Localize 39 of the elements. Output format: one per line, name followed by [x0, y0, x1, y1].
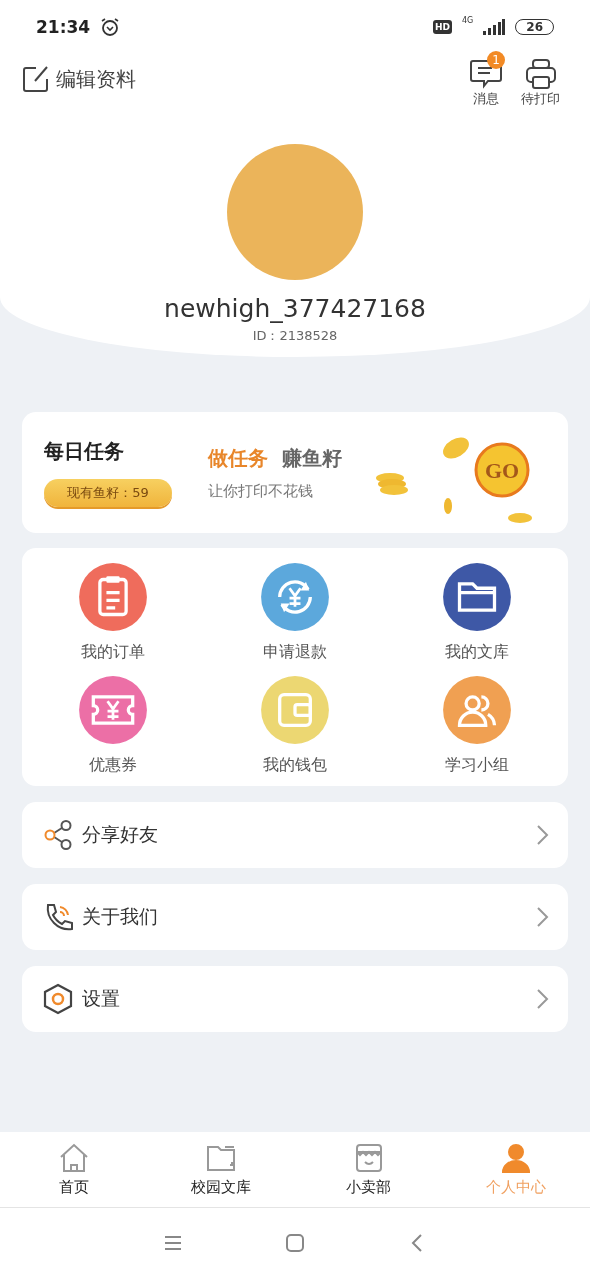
person-icon: [500, 1142, 533, 1174]
service-item[interactable]: 优惠券: [22, 675, 204, 776]
print-queue-button[interactable]: 待打印: [515, 50, 566, 108]
clock-time: 21:34: [36, 17, 91, 37]
messages-button[interactable]: 1 消息: [463, 50, 509, 108]
share-icon: [42, 819, 74, 851]
task-subtitle: 让你打印不花钱: [208, 481, 314, 501]
service-item[interactable]: 学习小组: [386, 675, 568, 776]
tab[interactable]: 校园文库: [147, 1132, 295, 1207]
hd-badge: HD: [433, 20, 452, 34]
username: newhigh_377427168: [164, 294, 426, 323]
chevron-icon: [536, 988, 550, 1010]
settings-icon: [42, 983, 74, 1015]
menu-item[interactable]: 分享好友: [22, 802, 568, 868]
task-headline: 做任务: [208, 444, 268, 472]
tab[interactable]: 小卖部: [295, 1132, 443, 1207]
network-type: 4G: [462, 16, 474, 25]
chevron-icon: [536, 906, 550, 928]
home-button-icon[interactable]: [284, 1232, 306, 1254]
tab[interactable]: 首页: [0, 1132, 148, 1207]
daily-task-card[interactable]: 每日任务 现有鱼籽：59 做任务 赚鱼籽 让你打印不花钱 GO: [22, 412, 568, 533]
menu-item[interactable]: 设置: [22, 966, 568, 1032]
card-title: 每日任务: [44, 438, 125, 465]
service-item[interactable]: 我的钱包: [204, 675, 386, 776]
printer-icon: [523, 58, 558, 90]
edit-icon: [22, 65, 50, 93]
chevron-icon: [536, 824, 550, 846]
balance-pill: 现有鱼籽：59: [44, 479, 172, 507]
menu-item[interactable]: 关于我们: [22, 884, 568, 950]
service-item[interactable]: 申请退款: [204, 562, 386, 663]
edit-profile-button[interactable]: 编辑资料: [22, 65, 136, 93]
signal-icon: [483, 19, 506, 35]
avatar-icon: [227, 144, 363, 280]
reward-headline: 赚鱼籽: [282, 444, 342, 472]
alarm-icon: [100, 17, 121, 37]
unread-badge: 1: [487, 51, 505, 69]
service-item[interactable]: 我的订单: [22, 562, 204, 663]
user-id: ID：2138528: [252, 327, 338, 345]
service-item[interactable]: 我的文库: [386, 562, 568, 663]
